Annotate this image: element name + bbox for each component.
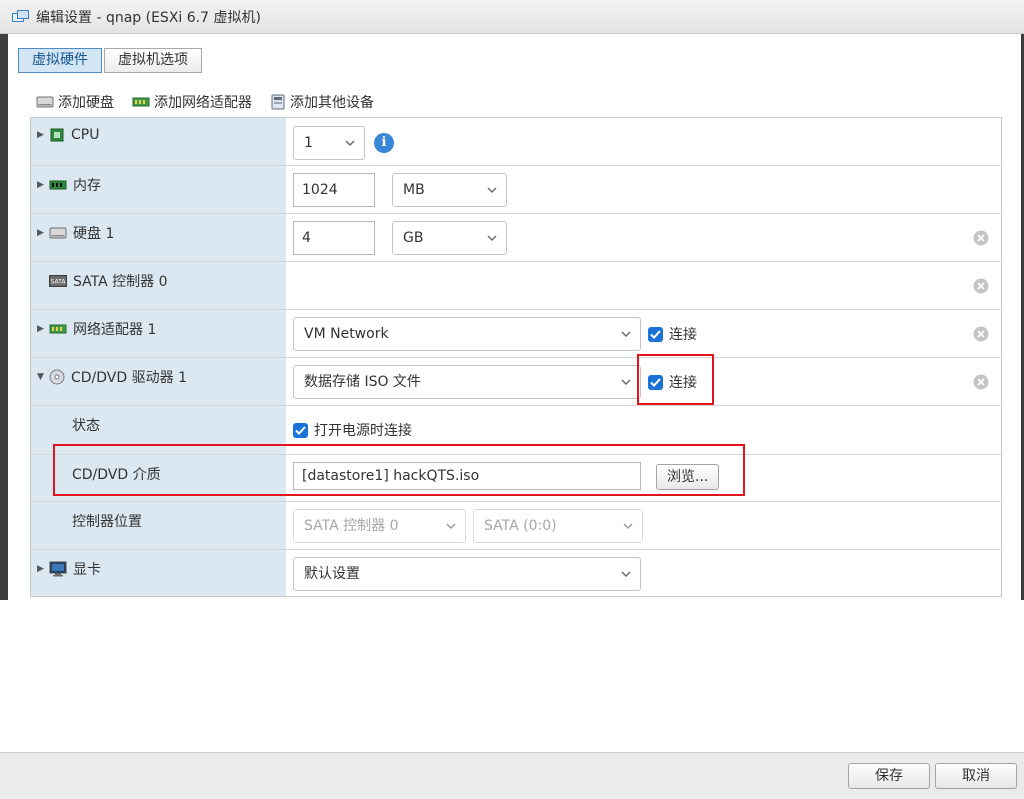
hardware-row-video: ▶ 显卡 默认设置 [31,550,1001,596]
remove-icon[interactable] [973,374,989,390]
chevron-down-icon [621,571,631,577]
dialog-title: 编辑设置 - qnap (ESXi 6.7 虚拟机) [36,9,261,26]
disk-icon [49,226,67,240]
check-icon [293,422,308,438]
nic-label: 网络适配器 1 [73,322,157,338]
power-on-connect-checkbox[interactable]: 打开电源时连接 [293,420,412,440]
cdrom-label-group[interactable]: ▼ CD/DVD 驱动器 1 [33,367,187,387]
cpu-icon [49,128,65,142]
remove-icon[interactable] [973,230,989,246]
remove-icon[interactable] [973,326,989,342]
add-other-device-label: 添加其他设备 [290,95,374,111]
controller-port-select[interactable]: SATA (0:0) [473,509,643,543]
tab-virtual-hardware[interactable]: 虚拟硬件 [18,48,102,73]
chevron-down-icon [345,140,355,146]
tab-vm-options[interactable]: 虚拟机选项 [104,48,202,73]
chevron-down-icon [623,523,633,529]
cpu-count-select[interactable]: 1 [293,126,365,160]
save-button[interactable]: 保存 [848,763,930,789]
hardware-row-disk: ▶ 硬盘 1 4 GB [31,214,1001,262]
nic-label-group[interactable]: ▶ 网络适配器 1 [33,319,156,339]
chevron-down-icon [621,331,631,337]
cdrom-source-select[interactable]: 数据存储 ISO 文件 [293,365,641,399]
nic-connect-checkbox[interactable]: 连接 [648,324,697,344]
cpu-label-group[interactable]: ▶ CPU [33,127,99,143]
memory-size-input[interactable]: 1024 [293,173,375,207]
controller-select[interactable]: SATA 控制器 0 [293,509,466,543]
nic-icon [132,97,150,107]
chevron-down-icon [621,379,631,385]
add-other-device-button[interactable]: 添加其他设备 [270,92,374,112]
memory-icon [49,179,67,191]
disk-icon [36,96,54,108]
video-settings-select[interactable]: 默认设置 [293,557,641,591]
highlight-box-media [53,444,745,496]
chevron-down-icon [446,523,456,529]
sata-label-group: SATA SATA 控制器 0 [49,271,168,291]
dialog-titlebar: 编辑设置 - qnap (ESXi 6.7 虚拟机) [0,0,1024,34]
vm-icon [12,9,29,22]
cpu-label: CPU [71,127,100,143]
add-disk-button[interactable]: 添加硬盘 [36,92,114,112]
monitor-icon [49,561,67,577]
hardware-row-cdrom: ▼ CD/DVD 驱动器 1 数据存储 ISO 文件 连接 [31,358,1001,406]
device-icon [271,94,285,110]
status-label: 状态 [72,418,100,434]
hardware-row-cdrom-controller: 控制器位置 SATA 控制器 0 SATA (0:0) [31,502,1001,550]
cdrom-label: CD/DVD 驱动器 1 [71,370,187,386]
cdrom-icon [49,369,65,385]
video-label: 显卡 [73,562,101,578]
add-nic-button[interactable]: 添加网络适配器 [132,92,252,112]
expand-triangle-icon[interactable]: ▶ [37,228,49,238]
background-edge-left [0,34,8,600]
info-icon[interactable]: i [374,133,394,153]
expand-triangle-icon[interactable]: ▶ [37,324,49,334]
nic-icon [49,322,67,336]
tab-bar: 虚拟硬件 虚拟机选项 [18,48,202,73]
hardware-grid: ▶ CPU 1 i ▶ 内存 1024 MB ▶ 硬盘 1 4 GB SATA … [30,117,1002,597]
add-nic-label: 添加网络适配器 [154,95,252,111]
dialog-footer: 保存 取消 [0,752,1024,799]
memory-label: 内存 [73,178,101,194]
chevron-down-icon [487,235,497,241]
disk-label-group[interactable]: ▶ 硬盘 1 [33,223,114,243]
collapse-triangle-icon[interactable]: ▼ [37,372,49,382]
hardware-row-sata: SATA SATA 控制器 0 [31,262,1001,310]
video-label-group[interactable]: ▶ 显卡 [33,559,101,579]
controller-location-label: 控制器位置 [72,514,142,530]
svg-text:SATA: SATA [51,279,67,286]
disk-size-input[interactable]: 4 [293,221,375,255]
hardware-row-cpu: ▶ CPU 1 i [31,118,1001,166]
hardware-row-nic: ▶ 网络适配器 1 VM Network 连接 [31,310,1001,358]
cancel-button[interactable]: 取消 [935,763,1017,789]
check-icon [648,326,663,342]
expand-triangle-icon[interactable]: ▶ [37,130,49,140]
sata-icon: SATA [49,275,67,287]
remove-icon[interactable] [973,278,989,294]
expand-triangle-icon[interactable]: ▶ [37,564,49,574]
highlight-box-connect [637,354,714,405]
expand-triangle-icon[interactable]: ▶ [37,180,49,190]
memory-label-group[interactable]: ▶ 内存 [33,175,101,195]
disk-label: 硬盘 1 [73,226,115,242]
chevron-down-icon [487,187,497,193]
disk-unit-select[interactable]: GB [392,221,507,255]
memory-unit-select[interactable]: MB [392,173,507,207]
hardware-toolbar: 添加硬盘 添加网络适配器 添加其他设备 [36,92,392,112]
network-select[interactable]: VM Network [293,317,641,351]
hardware-row-memory: ▶ 内存 1024 MB [31,166,1001,214]
add-disk-label: 添加硬盘 [58,95,114,111]
sata-label: SATA 控制器 0 [73,274,168,290]
